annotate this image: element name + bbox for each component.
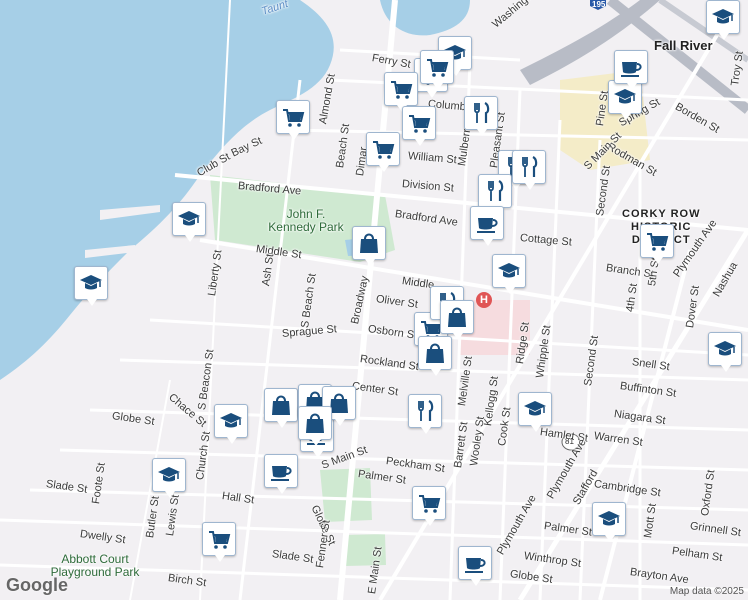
restaurant-marker[interactable] (464, 96, 498, 136)
cafe-icon (618, 54, 644, 80)
education-icon (710, 4, 736, 30)
restaurant-marker[interactable] (408, 394, 442, 434)
education-marker[interactable] (172, 202, 206, 242)
shopping-cart-icon (644, 228, 670, 254)
interstate-195-text: 195 (592, 0, 606, 9)
cafe-marker[interactable] (614, 50, 648, 90)
education-marker[interactable] (74, 266, 108, 306)
shopping-bag-marker[interactable] (418, 336, 452, 376)
education-marker[interactable] (708, 332, 742, 372)
restaurant-marker[interactable] (478, 174, 512, 214)
cafe-marker[interactable] (458, 546, 492, 586)
jfk-park-label: John F. Kennedy Park (268, 207, 344, 234)
map-attribution: Map data ©2025 (669, 586, 744, 597)
shopping-bag-marker[interactable] (298, 406, 332, 446)
cafe-icon (268, 458, 294, 484)
restaurant-icon (468, 100, 494, 126)
shopping-bag-icon (302, 410, 328, 436)
shopping-cart-marker[interactable] (384, 72, 418, 112)
education-icon (596, 506, 622, 532)
restaurant-icon (412, 398, 438, 424)
education-icon (218, 408, 244, 434)
map-canvas[interactable]: Ferry St Columbia Almond St Club St Bay St Br… (0, 0, 748, 600)
education-icon (496, 258, 522, 284)
restaurant-marker[interactable] (512, 150, 546, 190)
shopping-bag-icon (444, 304, 470, 330)
city-label: Fall River (654, 38, 713, 53)
education-marker[interactable] (706, 0, 740, 40)
shopping-cart-marker[interactable] (402, 106, 436, 146)
shopping-bag-icon (356, 230, 382, 256)
shopping-cart-icon (206, 526, 232, 552)
shopping-cart-icon (280, 104, 306, 130)
hospital-icon[interactable]: H (476, 292, 492, 308)
education-marker[interactable] (492, 254, 526, 294)
shopping-cart-marker[interactable] (640, 224, 674, 264)
shopping-cart-marker[interactable] (202, 522, 236, 562)
education-marker[interactable] (518, 392, 552, 432)
shopping-bag-marker[interactable] (440, 300, 474, 340)
education-marker[interactable] (214, 404, 248, 444)
shopping-bag-marker[interactable] (264, 388, 298, 428)
education-icon (78, 270, 104, 296)
cafe-icon (462, 550, 488, 576)
route-81-text: 81 (565, 437, 574, 446)
shopping-cart-marker[interactable] (276, 100, 310, 140)
shopping-bag-icon (268, 392, 294, 418)
education-icon (522, 396, 548, 422)
restaurant-icon (516, 154, 542, 180)
shopping-cart-icon (370, 136, 396, 162)
shopping-cart-icon (416, 490, 442, 516)
cafe-icon (474, 210, 500, 236)
shopping-bag-marker[interactable] (352, 226, 386, 266)
shopping-cart-marker[interactable] (420, 50, 454, 90)
shopping-cart-marker[interactable] (412, 486, 446, 526)
shopping-bag-icon (422, 340, 448, 366)
shopping-cart-marker[interactable] (366, 132, 400, 172)
shopping-cart-icon (388, 76, 414, 102)
district-line-1: CORKY ROW (622, 208, 701, 220)
education-icon (176, 206, 202, 232)
google-logo: Google (6, 575, 68, 595)
education-icon (712, 336, 738, 362)
cafe-marker[interactable] (264, 454, 298, 494)
shopping-cart-icon (406, 110, 432, 136)
shopping-cart-icon (424, 54, 450, 80)
cafe-marker[interactable] (470, 206, 504, 246)
restaurant-icon (482, 178, 508, 204)
education-marker[interactable] (152, 458, 186, 498)
education-marker[interactable] (592, 502, 626, 542)
education-icon (156, 462, 182, 488)
